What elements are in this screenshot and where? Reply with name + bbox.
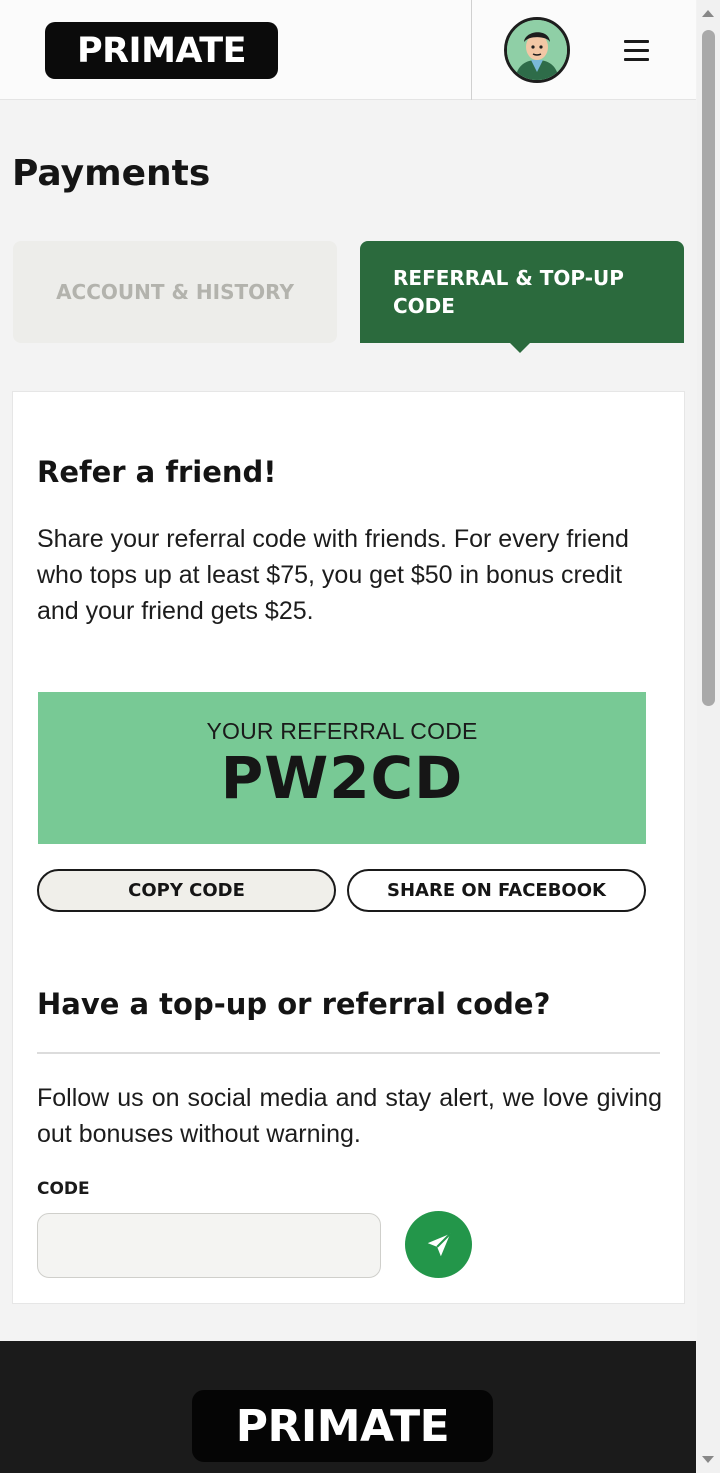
share-on-facebook-label: SHARE ON FACEBOOK	[387, 880, 606, 901]
page-footer: PRIMATE	[0, 1341, 696, 1473]
code-field-label: CODE	[37, 1179, 90, 1199]
user-avatar-icon[interactable]	[504, 17, 570, 83]
send-plane-icon	[427, 1232, 451, 1256]
scroll-up-icon[interactable]	[702, 10, 714, 17]
referral-code-label: YOUR REFERRAL CODE	[206, 718, 478, 744]
section-divider	[37, 1052, 660, 1054]
copy-code-label: COPY CODE	[128, 880, 245, 901]
avatar-illustration	[507, 20, 567, 80]
tab-account-history[interactable]: ACCOUNT & HISTORY	[13, 241, 337, 343]
hamburger-menu-icon[interactable]	[618, 36, 654, 66]
refer-heading: Refer a friend!	[37, 455, 277, 489]
referral-code-box: YOUR REFERRAL CODE PW2CD	[38, 692, 646, 844]
topup-description: Follow us on social media and stay alert…	[37, 1084, 662, 1148]
scroll-down-icon[interactable]	[702, 1456, 714, 1463]
refer-description: Share your referral code with friends. F…	[37, 525, 629, 625]
primate-logo[interactable]: PRIMATE	[45, 22, 278, 79]
header-divider	[471, 0, 472, 100]
copy-code-button[interactable]: COPY CODE	[37, 869, 336, 912]
top-header: PRIMATE	[0, 0, 696, 100]
submit-code-button[interactable]	[405, 1211, 472, 1278]
scrollbar-thumb[interactable]	[702, 30, 715, 706]
topup-heading: Have a top-up or referral code?	[37, 987, 551, 1021]
referral-code-value: PW2CD	[220, 744, 464, 812]
tab-referral-topup-code[interactable]: REFERRAL & TOP-UP CODE	[360, 241, 684, 343]
share-on-facebook-button[interactable]: SHARE ON FACEBOOK	[347, 869, 646, 912]
page-title: Payments	[12, 153, 211, 194]
active-tab-pointer	[509, 342, 531, 353]
page-scrollbar[interactable]	[697, 0, 720, 1473]
footer-logo-text: PRIMATE	[235, 1400, 450, 1452]
code-input[interactable]	[37, 1213, 381, 1278]
tab-referral-topup-label: REFERRAL & TOP-UP CODE	[393, 266, 624, 318]
footer-primate-logo[interactable]: PRIMATE	[192, 1390, 493, 1462]
logo-text: PRIMATE	[76, 30, 247, 71]
tab-account-history-label: ACCOUNT & HISTORY	[56, 280, 294, 304]
